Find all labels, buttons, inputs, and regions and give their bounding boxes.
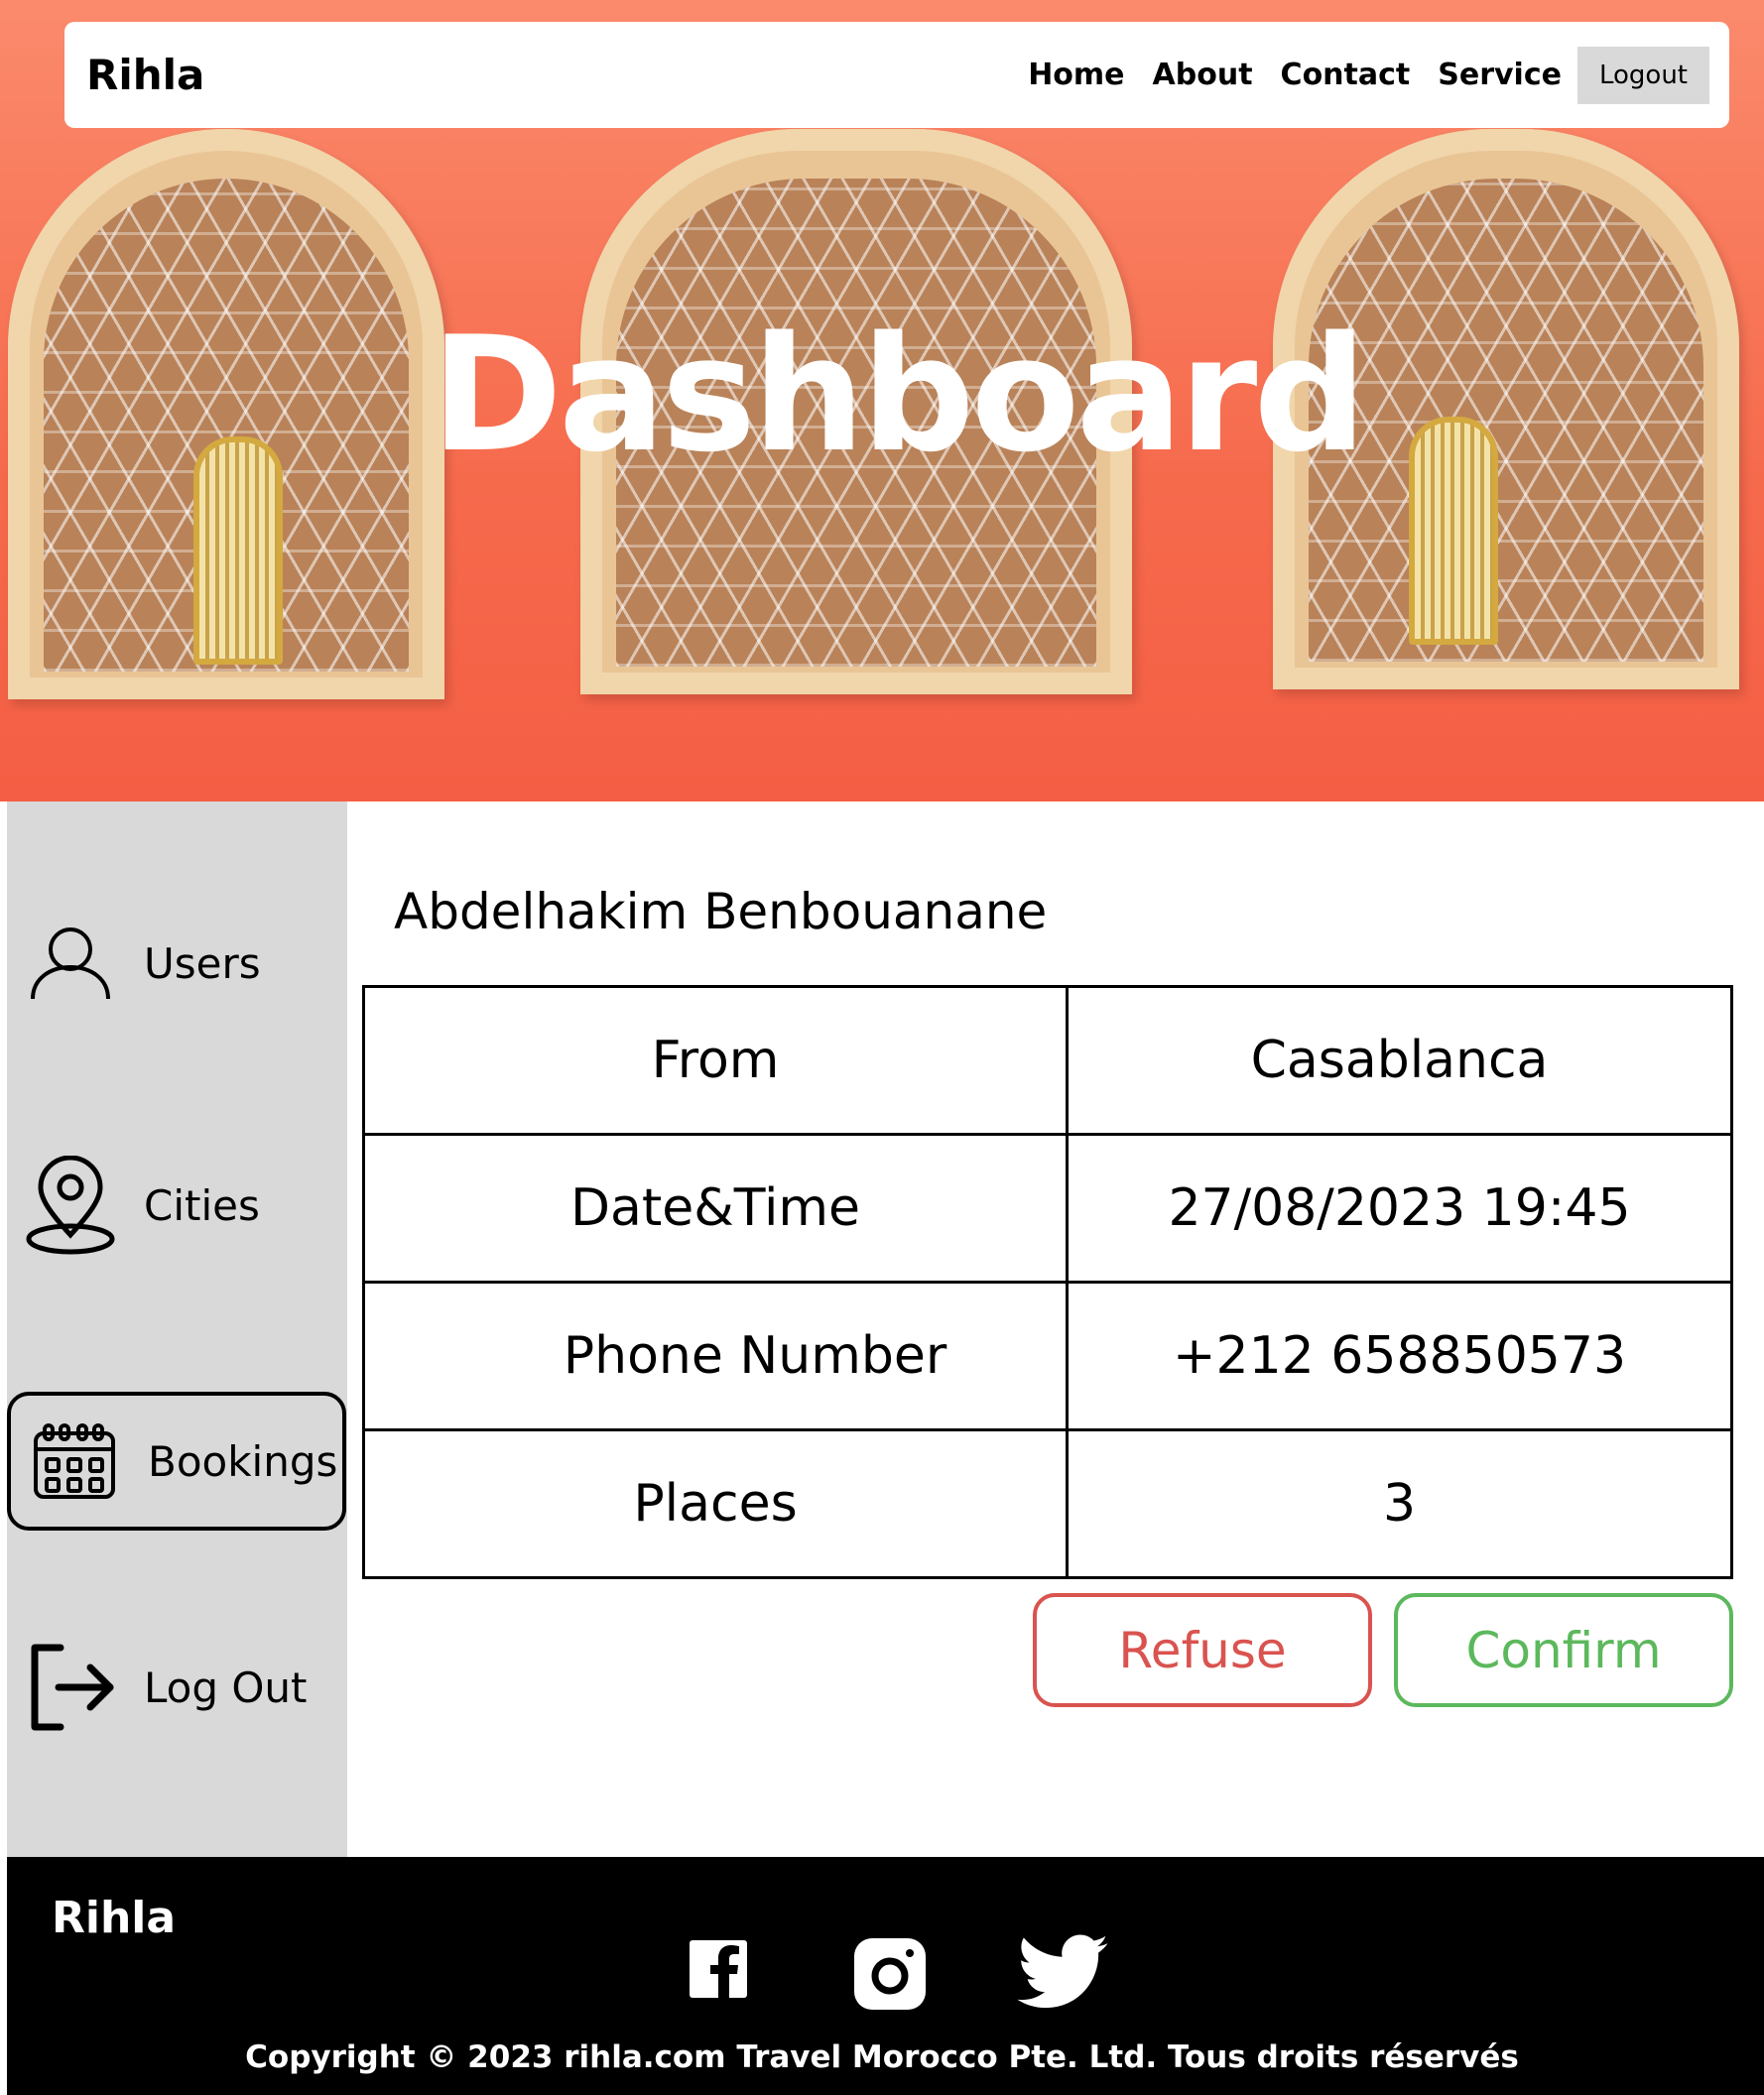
sidebar-item-bookings[interactable]: Bookings (7, 1392, 346, 1531)
row-label: From (362, 985, 1069, 1136)
refuse-button[interactable]: Refuse (1033, 1593, 1372, 1707)
row-value: Casablanca (1066, 985, 1733, 1136)
footer-brand: Rihla (52, 1893, 177, 1943)
logout-icon (21, 1642, 120, 1733)
user-icon (21, 925, 120, 1001)
row-value: 3 (1066, 1428, 1733, 1579)
twitter-icon[interactable] (1017, 1934, 1108, 2014)
sidebar: Users Cities Bookings Log Out (7, 801, 347, 1857)
sidebar-item-logout[interactable]: Log Out (7, 1618, 347, 1757)
brand-logo[interactable]: Rihla (86, 51, 1000, 99)
table-row: Date&Time 27/08/2023 19:45 (362, 1133, 1733, 1284)
table-row: Phone Number +212 658850573 (362, 1281, 1733, 1431)
sidebar-item-label: Log Out (144, 1663, 308, 1712)
customer-name: Abdelhakim Benbouanane (394, 883, 1048, 940)
logout-button[interactable]: Logout (1576, 46, 1709, 104)
nav-service[interactable]: Service (1438, 58, 1562, 92)
row-value: 27/08/2023 19:45 (1066, 1133, 1733, 1284)
sidebar-item-label: Users (144, 938, 261, 988)
row-label: Date&Time (362, 1133, 1069, 1284)
confirm-button[interactable]: Confirm (1394, 1593, 1733, 1707)
sidebar-item-label: Cities (144, 1180, 260, 1230)
nav-about[interactable]: About (1153, 58, 1253, 92)
table-row: From Casablanca (362, 985, 1733, 1136)
copyright-text: Copyright © 2023 rihla.com Travel Morocc… (245, 2039, 1519, 2075)
navbar: Rihla Home About Contact Service Logout (64, 22, 1729, 128)
row-label: Phone Number (362, 1281, 1069, 1431)
sidebar-item-cities[interactable]: Cities (7, 1136, 347, 1275)
sidebar-item-users[interactable]: Users (7, 894, 347, 1033)
instagram-icon[interactable] (854, 1938, 926, 2014)
sidebar-item-label: Bookings (148, 1436, 338, 1486)
nav-contact[interactable]: Contact (1281, 58, 1411, 92)
nav-home[interactable]: Home (1028, 58, 1124, 92)
map-pin-icon (21, 1156, 120, 1255)
table-row: Places 3 (362, 1428, 1733, 1579)
page-title: Dashboard (431, 302, 1367, 487)
row-value: +212 658850573 (1066, 1281, 1733, 1431)
row-label: Places (362, 1428, 1069, 1579)
booking-details-table: From Casablanca Date&Time 27/08/2023 19:45… (362, 985, 1733, 1579)
facebook-icon[interactable] (690, 1938, 749, 2004)
footer: Rihla Copyright © 2023 rihla.com Travel … (7, 1857, 1764, 2095)
calendar-icon (25, 1421, 124, 1501)
